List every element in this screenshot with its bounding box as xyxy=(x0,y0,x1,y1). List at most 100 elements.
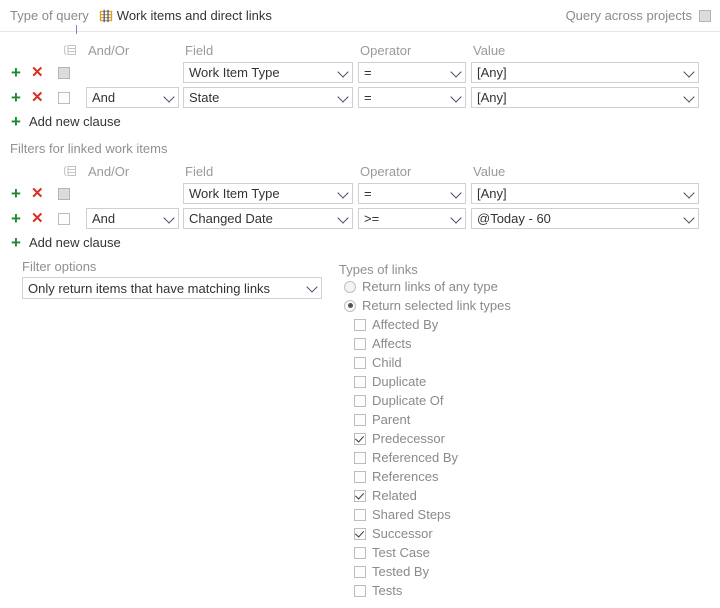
row-select[interactable] xyxy=(58,212,86,225)
checkbox-icon[interactable] xyxy=(354,394,366,407)
radio-return-any-link-type[interactable]: Return links of any type xyxy=(339,277,639,296)
checkbox-icon[interactable] xyxy=(354,356,366,369)
filter-options-select[interactable]: Only return items that have matching lin… xyxy=(22,277,322,299)
checkbox-icon[interactable] xyxy=(354,375,366,388)
types-of-links-group: Types of links Return links of any type … xyxy=(339,262,639,600)
header-field: Field xyxy=(185,163,214,179)
operator-value: = xyxy=(364,186,372,201)
link-type-label: Parent xyxy=(372,412,411,427)
and-or-select[interactable]: And xyxy=(86,87,179,108)
group-clauses-icon xyxy=(63,165,77,177)
checkbox-icon[interactable] xyxy=(354,489,366,502)
row-actions: + ✕ xyxy=(0,210,58,227)
operator-value: >= xyxy=(364,211,380,226)
operator-cell: = xyxy=(358,87,471,108)
value-select[interactable]: [Any] xyxy=(471,183,699,204)
and-or-cell xyxy=(86,62,183,83)
checkbox-icon[interactable] xyxy=(354,451,366,464)
row-select-checkbox[interactable] xyxy=(58,212,70,225)
checkbox-icon[interactable] xyxy=(354,432,366,445)
value-value: [Any] xyxy=(477,65,507,80)
value-value: @Today - 60 xyxy=(477,211,551,226)
query-across-projects-checkbox[interactable] xyxy=(699,9,711,22)
delete-clause-icon[interactable]: ✕ xyxy=(31,90,44,105)
link-type-tested-by[interactable]: Tested By xyxy=(339,562,639,581)
checkbox-icon[interactable] xyxy=(354,318,366,331)
link-type-label: Child xyxy=(372,355,402,370)
and-or-select[interactable] xyxy=(86,183,179,204)
add-new-clause-button[interactable]: + Add new clause xyxy=(0,231,708,253)
field-select[interactable]: State xyxy=(183,87,353,108)
link-type-duplicate[interactable]: Duplicate xyxy=(339,372,639,391)
add-clause-icon[interactable]: + xyxy=(11,210,21,227)
link-type-shared-steps[interactable]: Shared Steps xyxy=(339,505,639,524)
link-type-affected-by[interactable]: Affected By xyxy=(339,315,639,334)
row-select-checkbox[interactable] xyxy=(58,91,70,104)
link-type-successor[interactable]: Successor xyxy=(339,524,639,543)
header-value: Value xyxy=(473,163,506,179)
operator-cell: = xyxy=(358,62,471,83)
value-value: [Any] xyxy=(477,90,507,105)
link-type-label: Shared Steps xyxy=(372,507,451,522)
row-select-checkbox[interactable] xyxy=(58,66,70,79)
add-clause-icon[interactable]: + xyxy=(11,64,21,81)
add-clause-icon[interactable]: + xyxy=(11,89,21,106)
row-select[interactable] xyxy=(58,187,86,200)
and-or-select[interactable]: And xyxy=(86,208,179,229)
value-select[interactable]: [Any] xyxy=(471,62,699,83)
add-new-clause-button[interactable]: + Add new clause xyxy=(0,110,708,132)
query-across-projects-control[interactable]: Query across projects xyxy=(566,8,711,23)
operator-select[interactable]: >= xyxy=(358,208,466,229)
filter-options-label: Filter options xyxy=(22,259,97,274)
checkbox-icon[interactable] xyxy=(354,470,366,483)
link-type-label: Tests xyxy=(372,583,403,598)
radio-icon[interactable] xyxy=(344,280,356,293)
query-type-selector[interactable]: Work items and direct links xyxy=(99,8,272,23)
field-select[interactable]: Work Item Type xyxy=(183,62,353,83)
link-type-referenced-by[interactable]: Referenced By xyxy=(339,448,639,467)
operator-select[interactable]: = xyxy=(358,183,466,204)
link-type-predecessor[interactable]: Predecessor xyxy=(339,429,639,448)
field-value: Changed Date xyxy=(189,211,273,226)
link-type-tests[interactable]: Tests xyxy=(339,581,639,600)
radio-return-selected-link-types[interactable]: Return selected link types xyxy=(339,296,639,315)
value-select[interactable]: @Today - 60 xyxy=(471,208,699,229)
checkbox-icon[interactable] xyxy=(354,565,366,578)
link-type-parent[interactable]: Parent xyxy=(339,410,639,429)
operator-select[interactable]: = xyxy=(358,87,466,108)
delete-clause-icon[interactable]: ✕ xyxy=(31,65,44,80)
header-operator: Operator xyxy=(360,163,412,179)
link-type-affects[interactable]: Affects xyxy=(339,334,639,353)
checkbox-icon[interactable] xyxy=(354,584,366,597)
operator-select[interactable]: = xyxy=(358,62,466,83)
value-select[interactable]: [Any] xyxy=(471,87,699,108)
link-type-references[interactable]: References xyxy=(339,467,639,486)
row-select-checkbox[interactable] xyxy=(58,187,70,200)
link-type-related[interactable]: Related xyxy=(339,486,639,505)
link-type-duplicate-of[interactable]: Duplicate Of xyxy=(339,391,639,410)
and-or-select[interactable] xyxy=(86,62,179,83)
delete-clause-icon[interactable]: ✕ xyxy=(31,211,44,226)
chevron-down-icon xyxy=(337,90,349,103)
checkbox-icon[interactable] xyxy=(354,337,366,350)
chevron-down-icon xyxy=(337,211,349,224)
chevron-down-icon xyxy=(306,281,318,293)
link-type-test-case[interactable]: Test Case xyxy=(339,543,639,562)
radio-icon[interactable] xyxy=(344,299,356,312)
row-select[interactable] xyxy=(58,91,86,104)
header-group-toggle[interactable] xyxy=(58,165,86,177)
field-select[interactable]: Changed Date xyxy=(183,208,353,229)
link-type-child[interactable]: Child xyxy=(339,353,639,372)
checkbox-icon[interactable] xyxy=(354,508,366,521)
checkbox-icon[interactable] xyxy=(354,527,366,540)
header-group-toggle[interactable] xyxy=(58,44,86,56)
checkbox-icon[interactable] xyxy=(354,413,366,426)
field-select[interactable]: Work Item Type xyxy=(183,183,353,204)
add-clause-icon[interactable]: + xyxy=(11,185,21,202)
operator-value: = xyxy=(364,90,372,105)
delete-clause-icon[interactable]: ✕ xyxy=(31,186,44,201)
checkbox-icon[interactable] xyxy=(354,546,366,559)
radio-label: Return links of any type xyxy=(362,279,498,294)
row-select[interactable] xyxy=(58,66,86,79)
chevron-down-icon xyxy=(450,90,462,103)
